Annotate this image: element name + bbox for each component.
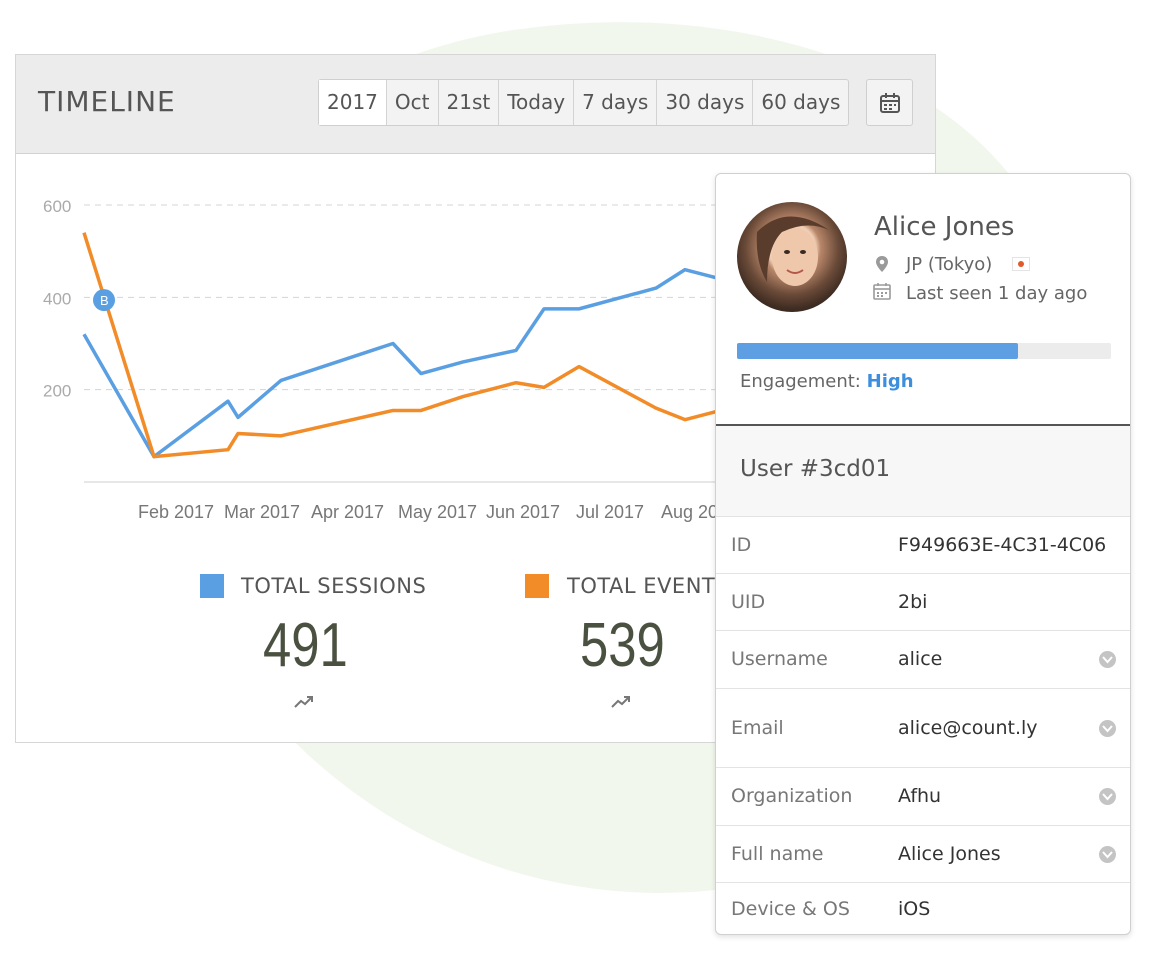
japan-flag-icon <box>1012 257 1030 271</box>
detail-row-device-os: Device & OS iOS <box>716 882 1130 934</box>
events-legend-label: TOTAL EVENTS <box>567 574 730 598</box>
detail-key: Username <box>731 648 828 670</box>
detail-value: alice@count.ly <box>898 716 1038 739</box>
x-tick-label: Mar 2017 <box>224 502 300 522</box>
y-tick-label: 600 <box>43 197 71 216</box>
engagement-bar <box>737 343 1111 359</box>
chevron-down-icon[interactable] <box>1099 719 1116 737</box>
engagement-label-text: Engagement: <box>740 371 861 392</box>
events-trend-icon <box>611 696 630 708</box>
engagement-label: Engagement: High <box>740 371 914 392</box>
user-id-title: User #3cd01 <box>740 456 891 482</box>
detail-value: iOS <box>898 898 931 920</box>
detail-value: Alice Jones <box>898 842 1001 865</box>
detail-key: Organization <box>731 785 853 807</box>
x-tick-label: May 2017 <box>398 502 477 522</box>
events-series-line <box>82 232 817 459</box>
chevron-down-icon[interactable] <box>1099 788 1116 805</box>
y-tick-label: 400 <box>43 289 71 308</box>
chevron-down-icon[interactable] <box>1099 845 1116 863</box>
sessions-total-value: 491 <box>263 611 348 680</box>
user-profile-card: Alice Jones JP (Tokyo) Last seen 1 day a… <box>715 173 1131 935</box>
calendar-small-icon <box>873 283 891 300</box>
detail-key: UID <box>731 590 766 613</box>
y-tick-label: 200 <box>43 382 71 401</box>
sessions-legend-swatch <box>200 574 224 598</box>
user-location: JP (Tokyo) <box>906 254 993 275</box>
sessions-trend-icon <box>294 696 313 708</box>
detail-key: Email <box>731 716 784 739</box>
sessions-legend-label: TOTAL SESSIONS <box>241 574 427 598</box>
detail-key: ID <box>731 533 752 556</box>
sessions-series-line <box>82 263 817 459</box>
user-name: Alice Jones <box>874 212 1015 242</box>
chevron-down-icon[interactable] <box>1099 651 1116 668</box>
detail-value: F949663E-4C31-4C06 <box>898 533 1107 556</box>
detail-row-id: ID F949663E-4C31-4C06 <box>716 516 1130 573</box>
engagement-value: High <box>866 371 914 392</box>
detail-row-uid: UID 2bi <box>716 573 1130 630</box>
detail-value: Afhu <box>898 785 942 807</box>
detail-value: alice <box>898 648 943 670</box>
detail-value: 2bi <box>898 590 928 613</box>
detail-row-email: Email alice@count.ly <box>716 688 1130 767</box>
events-total-value: 539 <box>580 611 665 680</box>
x-tick-label: Apr 2017 <box>311 502 384 522</box>
detail-row-full-name: Full name Alice Jones <box>716 825 1130 882</box>
events-legend-swatch <box>525 574 549 598</box>
detail-row-organization: Organization Afhu <box>716 767 1130 825</box>
x-tick-label: Feb 2017 <box>138 502 214 522</box>
detail-key: Device & OS <box>731 898 850 920</box>
detail-row-username: Username alice <box>716 630 1130 688</box>
user-avatar <box>737 202 847 312</box>
annotation-label: B <box>100 293 109 308</box>
x-tick-label: Jun 2017 <box>486 502 560 522</box>
detail-key: Full name <box>731 842 824 865</box>
last-seen-text: Last seen 1 day ago <box>906 283 1088 304</box>
location-pin-icon <box>876 256 888 272</box>
engagement-bar-fill <box>737 343 1018 359</box>
x-tick-label: Jul 2017 <box>576 502 644 522</box>
